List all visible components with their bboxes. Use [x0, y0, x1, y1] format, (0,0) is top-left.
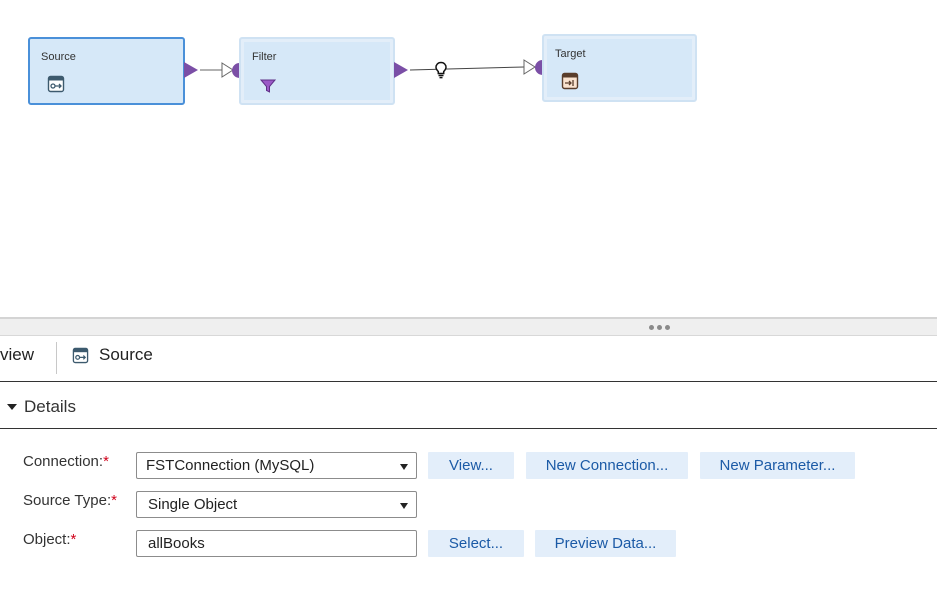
- view-connection-button[interactable]: View...: [428, 452, 514, 479]
- details-section-title: Details: [24, 397, 76, 416]
- connection-value: FSTConnection (MySQL): [146, 457, 315, 474]
- source-table-icon: [47, 75, 65, 93]
- mapping-canvas[interactable]: Source Filter Target: [0, 0, 937, 318]
- tab-overview[interactable]: view: [0, 345, 34, 365]
- new-parameter-button[interactable]: New Parameter...: [700, 452, 855, 479]
- properties-tab-bar: view Source: [0, 336, 937, 382]
- filter-output-port[interactable]: [394, 62, 408, 78]
- drag-handle-icon[interactable]: [649, 325, 670, 330]
- details-section-header[interactable]: Details: [0, 392, 937, 429]
- connection-label: Connection:*: [23, 453, 109, 470]
- tab-source[interactable]: Source: [72, 345, 153, 365]
- source-output-port[interactable]: [184, 62, 198, 78]
- target-node[interactable]: Target: [542, 34, 697, 102]
- dropdown-arrow-icon[interactable]: [400, 464, 408, 470]
- new-connection-button[interactable]: New Connection...: [526, 452, 688, 479]
- lightbulb-icon[interactable]: [434, 61, 448, 79]
- tab-source-label: Source: [99, 345, 153, 364]
- required-marker: *: [103, 453, 109, 470]
- dropdown-arrow-icon[interactable]: [400, 503, 408, 509]
- funnel-icon: [259, 79, 277, 93]
- required-marker: *: [70, 531, 77, 548]
- tab-divider: [56, 342, 57, 374]
- source-node[interactable]: Source: [28, 37, 185, 105]
- panel-splitter[interactable]: [0, 317, 937, 336]
- select-object-button[interactable]: Select...: [428, 530, 524, 557]
- filter-node[interactable]: Filter: [239, 37, 395, 105]
- object-value: allBooks: [148, 535, 205, 552]
- source-table-icon: [72, 347, 89, 363]
- source-node-label: Source: [41, 51, 76, 63]
- filter-node-label: Filter: [252, 51, 277, 63]
- source-type-select[interactable]: Single Object: [136, 491, 417, 518]
- caret-down-icon[interactable]: [7, 404, 17, 410]
- object-field[interactable]: allBooks: [136, 530, 417, 557]
- connection-select[interactable]: FSTConnection (MySQL): [136, 452, 417, 479]
- object-label: Object:*: [23, 531, 77, 548]
- target-table-icon: [561, 72, 579, 90]
- preview-data-button[interactable]: Preview Data...: [535, 530, 676, 557]
- required-marker: *: [111, 492, 117, 509]
- target-node-label: Target: [555, 48, 586, 60]
- source-type-label: Source Type:*: [23, 492, 117, 509]
- source-type-value: Single Object: [148, 496, 238, 513]
